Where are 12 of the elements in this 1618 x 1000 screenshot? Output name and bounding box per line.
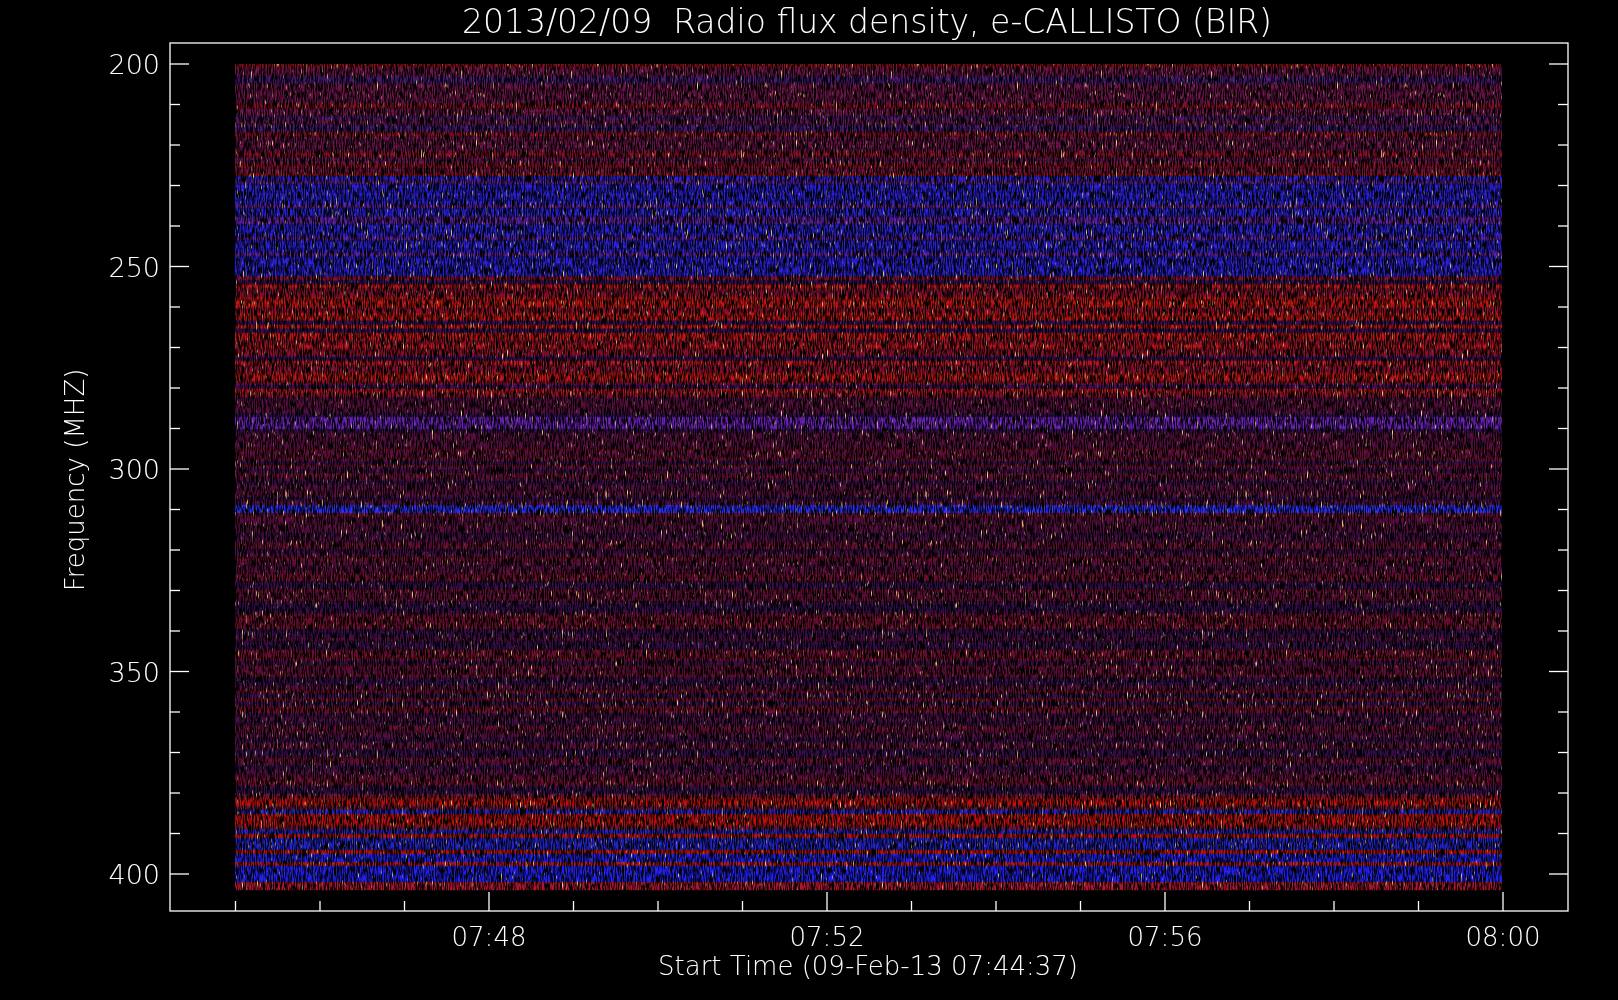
- x-tick-label: 07:52: [789, 922, 865, 952]
- x-tick-label: 08:00: [1465, 922, 1541, 952]
- x-tick-label: 07:56: [1127, 922, 1203, 952]
- x-axis-label: Start Time (09-Feb-13 07:44:37): [658, 951, 1078, 981]
- y-tick-label: 200: [108, 49, 160, 80]
- x-tick-label: 07:48: [451, 922, 527, 952]
- y-tick-label: 250: [108, 251, 160, 283]
- y-tick-label: 350: [108, 656, 160, 688]
- y-axis-label: Frequency (MHZ): [60, 368, 90, 592]
- y-tick-label: 400: [108, 859, 160, 890]
- chart-title: 2013/02/09 Radio flux density, e-CALLISTO (BIR): [462, 2, 1272, 41]
- y-tick-label: 300: [108, 454, 160, 485]
